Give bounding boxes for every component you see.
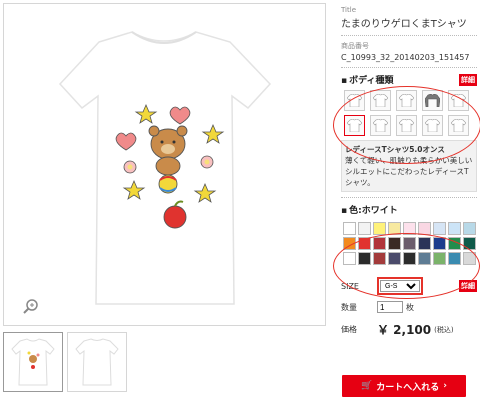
body-option[interactable] <box>344 90 365 111</box>
color-swatch[interactable] <box>358 252 371 265</box>
body-type-detail-button[interactable]: 詳細 <box>459 73 477 86</box>
body-type-header: ▪ ボディ種類 詳細 <box>341 73 477 86</box>
color-swatch[interactable] <box>403 252 416 265</box>
thumbnail-list <box>3 332 127 392</box>
quantity-row: 数量 枚 <box>341 301 477 313</box>
price-row: 価格 ￥ 2,100 (税込) <box>341 321 477 338</box>
color-swatch[interactable] <box>358 237 371 250</box>
divider <box>341 197 477 198</box>
size-select-highlight: G-S <box>377 277 423 295</box>
color-swatch[interactable] <box>433 252 446 265</box>
color-swatch-grid <box>343 222 477 265</box>
body-option-selected[interactable] <box>344 115 365 136</box>
divider <box>341 35 477 36</box>
color-swatch[interactable] <box>343 237 356 250</box>
color-swatch[interactable] <box>373 237 386 250</box>
body-type-name: レディースTシャツ5.0オンス <box>345 145 445 154</box>
price-label: 価格 <box>341 325 357 334</box>
color-swatch[interactable] <box>388 252 401 265</box>
color-swatch[interactable] <box>388 237 401 250</box>
body-option[interactable] <box>422 90 443 111</box>
bullet-icon: ▪ <box>341 206 348 216</box>
color-header: ▪ 色:ホワイト <box>341 203 477 216</box>
color-swatch[interactable] <box>343 252 356 265</box>
color-swatch[interactable] <box>448 252 461 265</box>
chevron-right-icon: › <box>443 381 447 391</box>
color-swatch[interactable] <box>448 222 461 235</box>
color-swatch[interactable] <box>388 222 401 235</box>
add-to-cart-label: カートへ入れる <box>376 382 440 393</box>
body-type-grid <box>344 90 477 136</box>
color-swatch[interactable] <box>448 237 461 250</box>
body-option[interactable] <box>422 115 443 136</box>
color-swatch[interactable] <box>373 252 386 265</box>
body-option[interactable] <box>396 115 417 136</box>
add-to-cart-button[interactable]: 🛒 カートへ入れる › <box>342 375 466 397</box>
color-swatch[interactable] <box>463 237 476 250</box>
cart-icon: 🛒 <box>361 381 373 391</box>
color-swatch[interactable] <box>403 237 416 250</box>
color-swatch[interactable] <box>343 222 356 235</box>
body-option[interactable] <box>396 90 417 111</box>
color-heading: 色:ホワイト <box>349 206 398 216</box>
thumbnail-back[interactable] <box>67 332 127 392</box>
color-swatch[interactable] <box>358 222 371 235</box>
color-swatch[interactable] <box>418 222 431 235</box>
color-swatch[interactable] <box>418 252 431 265</box>
color-swatch[interactable] <box>463 252 476 265</box>
zoom-icon[interactable] <box>22 297 40 315</box>
tshirt-illustration <box>58 31 272 305</box>
price-tax-note: (税込) <box>434 325 454 334</box>
bullet-icon: ▪ <box>341 76 348 86</box>
product-page: Title たまのりウゲロくまTシャツ 商品番号 C_10993_32_2014… <box>0 0 480 401</box>
size-detail-button[interactable]: 詳細 <box>459 280 477 292</box>
quantity-unit: 枚 <box>406 302 414 312</box>
body-type-description: レディースTシャツ5.0オンス 薄くて軽い、肌触りも柔らかい美しいシルエットにこ… <box>341 140 477 192</box>
body-type-heading: ボディ種類 <box>349 76 394 86</box>
body-option[interactable] <box>448 90 469 111</box>
title-label: Title <box>341 6 357 14</box>
quantity-label: 数量 <box>341 302 357 312</box>
body-type-desc-text: 薄くて軽い、肌触りも柔らかい美しいシルエットにこだわったレディースTシャツ。 <box>345 156 473 187</box>
size-select[interactable]: G-S <box>380 280 420 292</box>
color-swatch[interactable] <box>433 237 446 250</box>
size-label: SIZE <box>341 281 359 291</box>
product-title: たまのりウゲロくまTシャツ <box>341 19 467 30</box>
color-swatch[interactable] <box>418 237 431 250</box>
color-swatch[interactable] <box>463 222 476 235</box>
body-option[interactable] <box>370 115 391 136</box>
product-details-panel: Title たまのりウゲロくまTシャツ 商品番号 C_10993_32_2014… <box>341 0 477 338</box>
thumbnail-front[interactable] <box>3 332 63 392</box>
color-swatch[interactable] <box>403 222 416 235</box>
divider <box>341 67 477 68</box>
price-value: ￥ 2,100 <box>377 323 432 337</box>
body-option[interactable] <box>448 115 469 136</box>
body-option[interactable] <box>370 90 391 111</box>
color-swatch[interactable] <box>373 222 386 235</box>
quantity-input[interactable] <box>377 301 403 313</box>
color-swatch[interactable] <box>433 222 446 235</box>
main-product-image[interactable] <box>3 3 326 326</box>
product-code-label: 商品番号 <box>341 42 369 50</box>
product-code: C_10993_32_20140203_151457 <box>341 53 470 62</box>
size-row: SIZE G-S 詳細 <box>341 277 477 295</box>
